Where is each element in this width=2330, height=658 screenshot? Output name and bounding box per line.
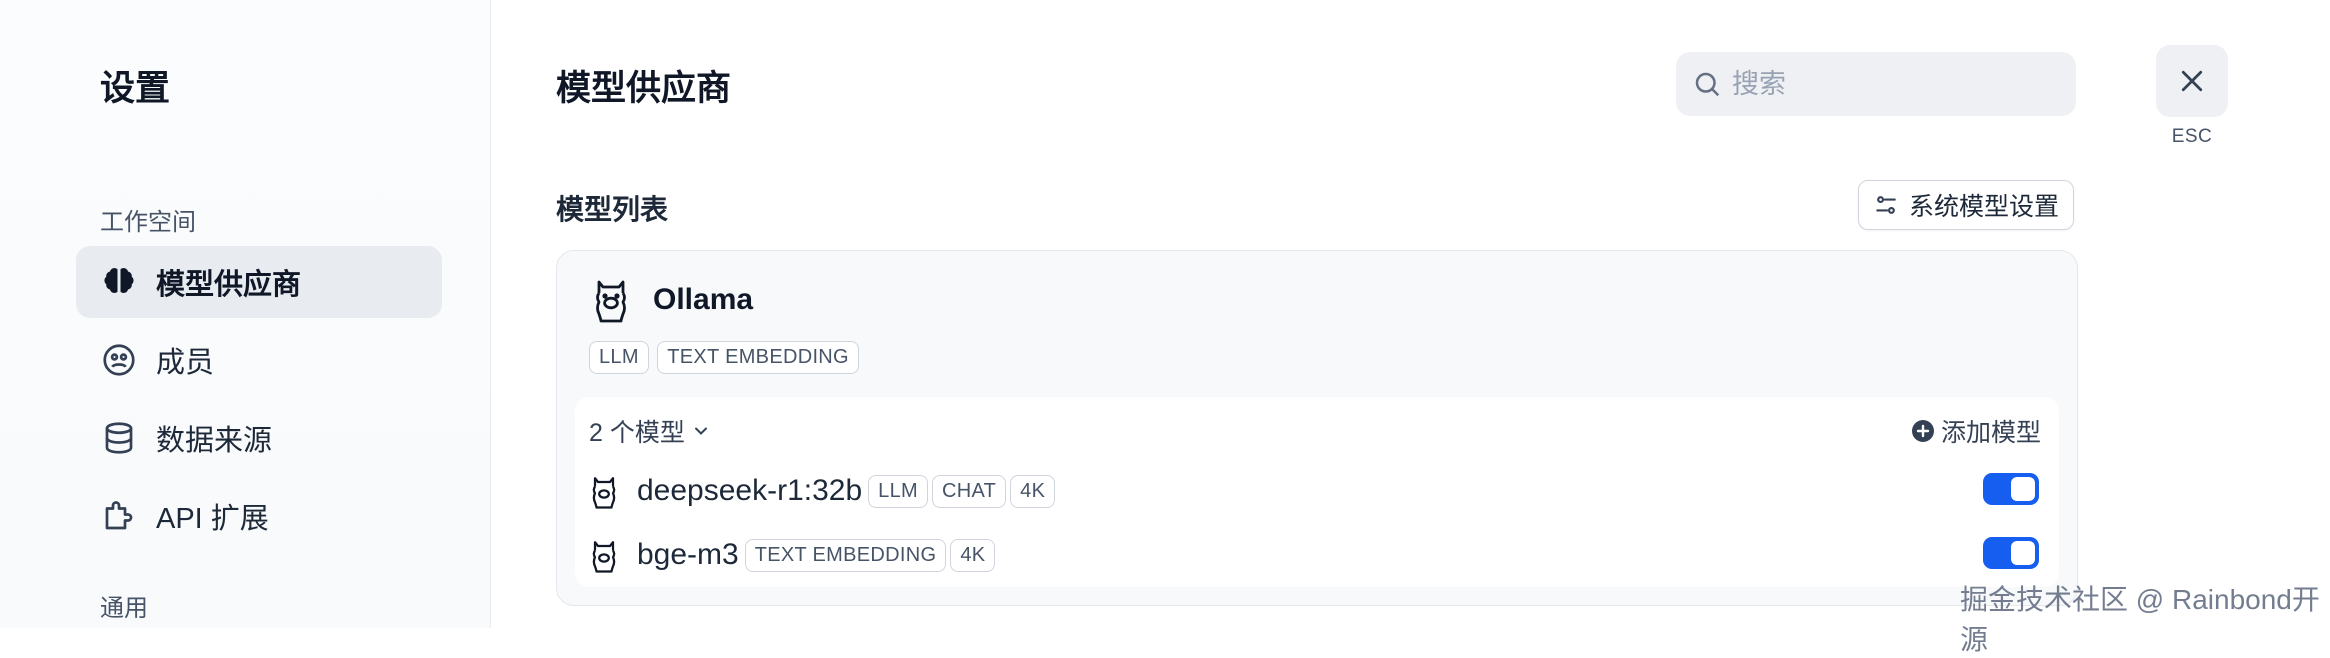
settings-title: 设置 [100,69,171,108]
sidebar-item-label: API 扩展 [156,503,269,535]
sidebar-item-model-provider[interactable]: 模型供应商 [76,246,442,318]
model-list-title: 模型列表 [556,194,669,225]
provider-tags: LLM TEXT EMBEDDING [589,341,863,374]
page-title: 模型供应商 [556,69,732,108]
esc-hint: ESC [2171,126,2213,147]
model-name: bge-m3 [637,538,739,571]
sidebar-item-label: 模型供应商 [156,269,302,301]
sliders-icon [1873,192,1899,218]
sidebar-item-label: 成员 [156,347,215,379]
ollama-logo-icon [591,275,631,323]
model-enable-toggle[interactable] [1983,473,2039,505]
section-workspace: 工作空间 [100,209,196,236]
add-model-label: 添加模型 [1940,419,2041,447]
search-input[interactable] [1730,67,2054,101]
add-model-button[interactable]: 添加模型 [1911,413,2041,449]
search-box[interactable] [1676,52,2076,116]
puzzle-icon [100,497,138,535]
sidebar-item-api-extension[interactable]: API 扩展 [76,480,442,552]
model-count-toggle[interactable]: 2 个模型 [589,413,711,449]
ollama-logo-icon [589,471,619,511]
search-icon [1692,69,1722,99]
plus-circle-icon [1911,419,1941,443]
chevron-down-icon [691,421,711,441]
provider-name: Ollama [653,283,754,316]
sidebar-item-members[interactable]: 成员 [76,324,442,396]
watermark: 掘金技术社区 @ Rainbond开源 [1960,584,2320,655]
models-panel: 2 个模型 添加模型 deepseek-r1:32b LLM CHAT 4K b… [575,397,2059,587]
sidebar-item-data-source[interactable]: 数据来源 [76,402,442,474]
brain-icon [100,263,138,301]
tag-llm: LLM [868,474,928,508]
model-count-label: 2 个模型 [589,419,685,447]
sidebar: 设置 工作空间 模型供应商 成员 数据来源 API 扩展 通用 [0,0,491,628]
tag-chat: CHAT [931,474,1007,508]
tag-text-embedding: TEXT EMBEDDING [657,341,859,374]
toggle-knob [2011,541,2035,565]
model-enable-toggle[interactable] [1983,537,2039,569]
sidebar-item-label: 数据来源 [156,425,273,457]
section-general: 通用 [100,595,148,622]
provider-card-ollama: Ollama LLM TEXT EMBEDDING 2 个模型 添加模型 dee… [556,250,2078,606]
database-icon [100,419,138,457]
close-button[interactable] [2156,45,2228,117]
model-name: deepseek-r1:32b [637,474,863,507]
toggle-knob [2011,477,2035,501]
ollama-logo-icon [589,535,619,575]
tag-text-embedding: TEXT EMBEDDING [744,538,947,572]
members-icon [100,341,138,379]
tag-context-4k: 4K [950,538,996,572]
tag-context-4k: 4K [1010,474,1056,508]
tag-llm: LLM [589,341,649,374]
model-row: deepseek-r1:32b LLM CHAT 4K [589,467,2039,515]
close-icon [2177,66,2207,96]
system-model-settings-label: 系统模型设置 [1908,193,2059,221]
system-model-settings-button[interactable]: 系统模型设置 [1858,180,2074,230]
model-row: bge-m3 TEXT EMBEDDING 4K [589,531,2039,579]
